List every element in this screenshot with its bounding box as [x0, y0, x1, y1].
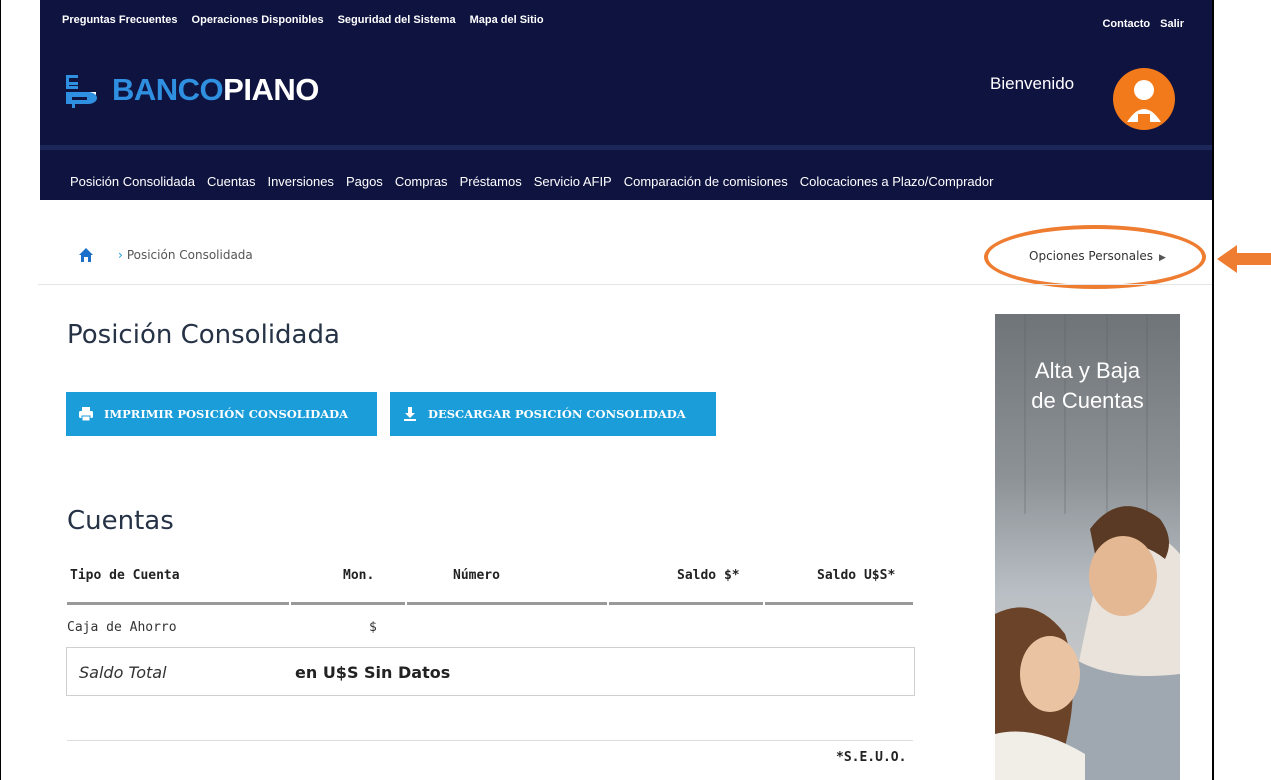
- contact-link[interactable]: Contacto: [1102, 18, 1150, 30]
- col-account-type: Tipo de Cuenta: [70, 568, 180, 583]
- main-nav: Posición Consolidada Cuentas Inversiones…: [70, 174, 993, 189]
- nav-item-investments[interactable]: Inversiones: [267, 174, 333, 189]
- print-button-label: IMPRIMIR POSICIÓN CONSOLIDADA: [104, 407, 349, 421]
- nav-item-afip[interactable]: Servicio AFIP: [534, 174, 612, 189]
- download-icon: [404, 407, 416, 421]
- header-rule: [407, 602, 607, 605]
- nav-separator: [40, 145, 1212, 150]
- footnote: *S.E.U.O.: [836, 750, 907, 765]
- top-links: Preguntas Frecuentes Operaciones Disponi…: [62, 14, 544, 26]
- banner-text: Alta y Baja de Cuentas: [995, 356, 1180, 416]
- highlight-ellipse: [984, 225, 1206, 289]
- frame-border-right: [1212, 0, 1214, 780]
- sitemap-link[interactable]: Mapa del Sitio: [470, 14, 544, 26]
- breadcrumb-divider: [38, 284, 1212, 285]
- page-title: Posición Consolidada: [67, 320, 340, 350]
- total-label: Saldo Total: [79, 663, 167, 682]
- header-rule: [291, 602, 405, 605]
- nav-item-payments[interactable]: Pagos: [346, 174, 383, 189]
- nav-item-term-deposits[interactable]: Colocaciones a Plazo/Comprador: [800, 174, 994, 189]
- table-row[interactable]: Caja de Ahorro $: [67, 620, 913, 640]
- total-value: en U$S Sin Datos: [295, 663, 451, 682]
- bank-logo[interactable]: BANCOPIANO: [64, 72, 319, 108]
- bank-name-part1: BANCO: [112, 72, 224, 107]
- nav-item-loans[interactable]: Préstamos: [460, 174, 522, 189]
- download-button-label: DESCARGAR POSICIÓN CONSOLIDADA: [428, 407, 686, 421]
- col-balance-ars: Saldo $*: [677, 568, 740, 583]
- nav-item-accounts[interactable]: Cuentas: [207, 174, 255, 189]
- print-position-button[interactable]: IMPRIMIR POSICIÓN CONSOLIDADA: [66, 392, 377, 436]
- breadcrumb-separator: ›: [118, 248, 123, 262]
- col-number: Número: [453, 568, 500, 583]
- faq-link[interactable]: Preguntas Frecuentes: [62, 14, 178, 26]
- header-rule: [609, 602, 763, 605]
- col-balance-usd: Saldo U$S*: [817, 568, 896, 583]
- printer-icon: [79, 407, 93, 422]
- download-position-button[interactable]: DESCARGAR POSICIÓN CONSOLIDADA: [390, 392, 716, 436]
- system-security-link[interactable]: Seguridad del Sistema: [338, 14, 456, 26]
- header-rule: [765, 602, 913, 605]
- frame-border-left: [0, 0, 1, 780]
- cell-currency: $: [369, 620, 377, 635]
- bank-name: BANCOPIANO: [112, 72, 319, 108]
- welcome-text: Bienvenido: [990, 74, 1075, 93]
- nav-item-fee-comparison[interactable]: Comparación de comisiones: [624, 174, 788, 189]
- nav-item-consolidated-position[interactable]: Posición Consolidada: [70, 174, 195, 189]
- accounts-section-title: Cuentas: [67, 506, 174, 536]
- nav-item-purchases[interactable]: Compras: [395, 174, 448, 189]
- total-balance-row: Saldo Total en U$S Sin Datos: [66, 647, 915, 696]
- breadcrumb: › Posición Consolidada: [118, 248, 253, 262]
- breadcrumb-current[interactable]: Posición Consolidada: [127, 248, 253, 262]
- site-header: Preguntas Frecuentes Operaciones Disponi…: [40, 0, 1212, 200]
- home-icon[interactable]: [78, 247, 94, 263]
- footer-divider: [67, 740, 913, 741]
- bank-name-part2: PIANO: [223, 72, 319, 107]
- banner-line2: de Cuentas: [1031, 388, 1144, 413]
- bank-logo-mark-icon: [66, 75, 97, 108]
- utility-links: Contacto Salir: [1102, 18, 1184, 30]
- user-avatar-icon[interactable]: [1113, 68, 1175, 130]
- banner-line1: Alta y Baja: [1034, 358, 1141, 383]
- promo-banner[interactable]: Alta y Baja de Cuentas: [995, 314, 1180, 780]
- header-rule: [67, 602, 289, 605]
- available-operations-link[interactable]: Operaciones Disponibles: [192, 14, 324, 26]
- cell-account-type: Caja de Ahorro: [67, 620, 177, 635]
- logout-link[interactable]: Salir: [1160, 18, 1184, 30]
- col-currency: Mon.: [343, 568, 375, 583]
- accounts-table-header: Tipo de Cuenta Mon. Número Saldo $* Sald…: [67, 568, 913, 606]
- highlight-arrow-icon: [1217, 245, 1271, 273]
